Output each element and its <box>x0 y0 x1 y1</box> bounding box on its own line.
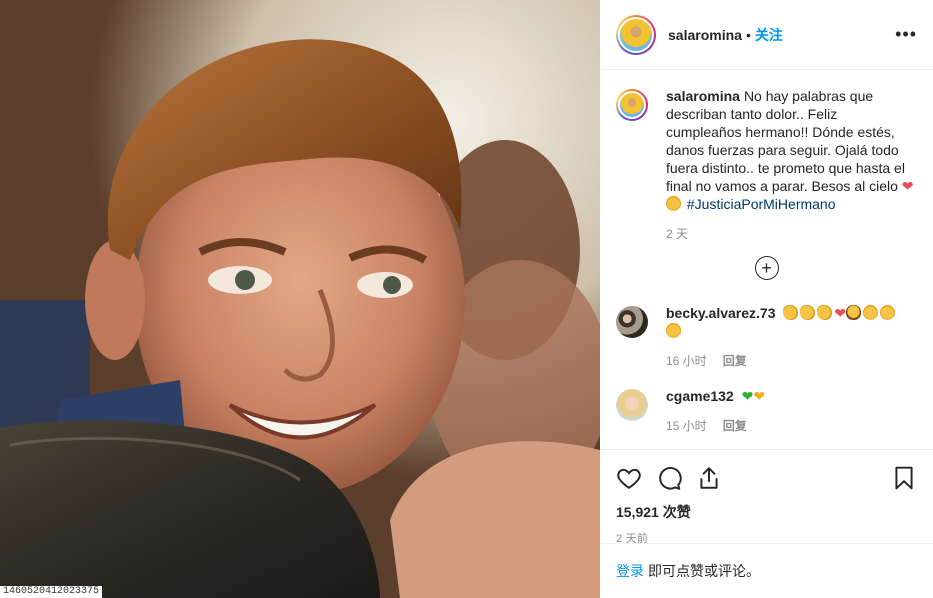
photo-id-label: 1460520412023375 <box>0 586 103 598</box>
caption-time[interactable]: 2 天 <box>666 225 688 242</box>
raising-hands-emoji-icon <box>846 305 862 320</box>
header-separator: • <box>745 26 751 43</box>
comment-username[interactable]: becky.alvarez.73 <box>666 305 776 321</box>
share-button[interactable] <box>696 458 736 498</box>
comment-text-block: cgame132 ❤❤ <box>666 387 914 405</box>
crying-face-emoji-icon <box>666 196 681 211</box>
comment-meta: 15 小时 回复 <box>666 417 914 434</box>
photo-illustration <box>0 0 600 598</box>
comment-meta: 16 小时 回复 <box>666 352 914 369</box>
login-prompt: 登录 即可点赞或评论。 <box>600 543 933 598</box>
action-icons-row <box>616 458 917 498</box>
comment-item: cgame132 ❤❤ 15 小时 回复 <box>616 387 917 434</box>
post-header: salaromina • 关注 ••• <box>600 0 933 70</box>
share-icon <box>700 467 718 489</box>
caption-hashtag[interactable]: #JusticiaPorMiHermano <box>687 196 836 212</box>
clapping-hands-emoji-icon <box>783 305 799 320</box>
red-heart-emoji-icon: ❤ <box>834 305 847 321</box>
commenter-avatar[interactable] <box>616 306 648 338</box>
load-more-comments: + <box>616 256 917 280</box>
green-heart-emoji-icon: ❤ <box>741 388 754 404</box>
caption-text-block: salaromina No hay palabras que describan … <box>666 87 914 213</box>
caption-comment: salaromina No hay palabras que describan … <box>616 87 917 242</box>
comment-button[interactable] <box>656 458 696 498</box>
reply-button[interactable]: 回复 <box>723 417 747 434</box>
login-prompt-text: 即可点赞或评论。 <box>648 563 760 579</box>
post-actions: 15,921 次赞 2 天前 <box>600 449 933 546</box>
load-more-plus-icon[interactable]: + <box>754 256 779 280</box>
follow-button[interactable]: 关注 <box>755 25 783 45</box>
clapping-hands-emoji-icon <box>800 305 816 320</box>
likes-count[interactable]: 15,921 次赞 <box>616 502 917 522</box>
caption-meta: 2 天 <box>666 225 914 242</box>
post-photo[interactable]: 1460520412023375 <box>0 0 600 598</box>
post-sidebar: salaromina • 关注 ••• salaromina No hay pal… <box>600 0 933 598</box>
sad-face-emoji-icon <box>666 323 681 338</box>
comment-icon <box>659 467 682 490</box>
login-link[interactable]: 登录 <box>616 561 644 581</box>
author-avatar[interactable] <box>616 14 656 55</box>
bookmark-icon <box>895 466 913 490</box>
yellow-heart-emoji-icon: ❤ <box>753 388 766 404</box>
comment-item: becky.alvarez.73 ❤ 16 小时 回复 <box>616 304 917 369</box>
heart-icon <box>617 468 641 489</box>
more-options-icon[interactable]: ••• <box>895 24 917 45</box>
caption-username[interactable]: salaromina <box>666 88 740 104</box>
save-button[interactable] <box>877 458 917 498</box>
caption-author-avatar[interactable] <box>616 89 648 121</box>
comment-username[interactable]: cgame132 <box>666 388 734 404</box>
like-button[interactable] <box>616 458 656 498</box>
commenter-avatar[interactable] <box>616 389 648 421</box>
comment-time[interactable]: 15 小时 <box>666 417 707 434</box>
clapping-hands-emoji-icon <box>817 305 833 320</box>
comment-text-block: becky.alvarez.73 ❤ <box>666 304 914 340</box>
comments-list[interactable]: salaromina No hay palabras que describan … <box>600 71 933 449</box>
reply-button[interactable]: 回复 <box>723 352 747 369</box>
crying-face-emoji-icon <box>880 305 896 320</box>
comment-time[interactable]: 16 小时 <box>666 352 707 369</box>
author-username[interactable]: salaromina <box>668 27 742 43</box>
red-heart-emoji-icon: ❤ <box>901 178 914 194</box>
crying-face-emoji-icon <box>863 305 879 320</box>
